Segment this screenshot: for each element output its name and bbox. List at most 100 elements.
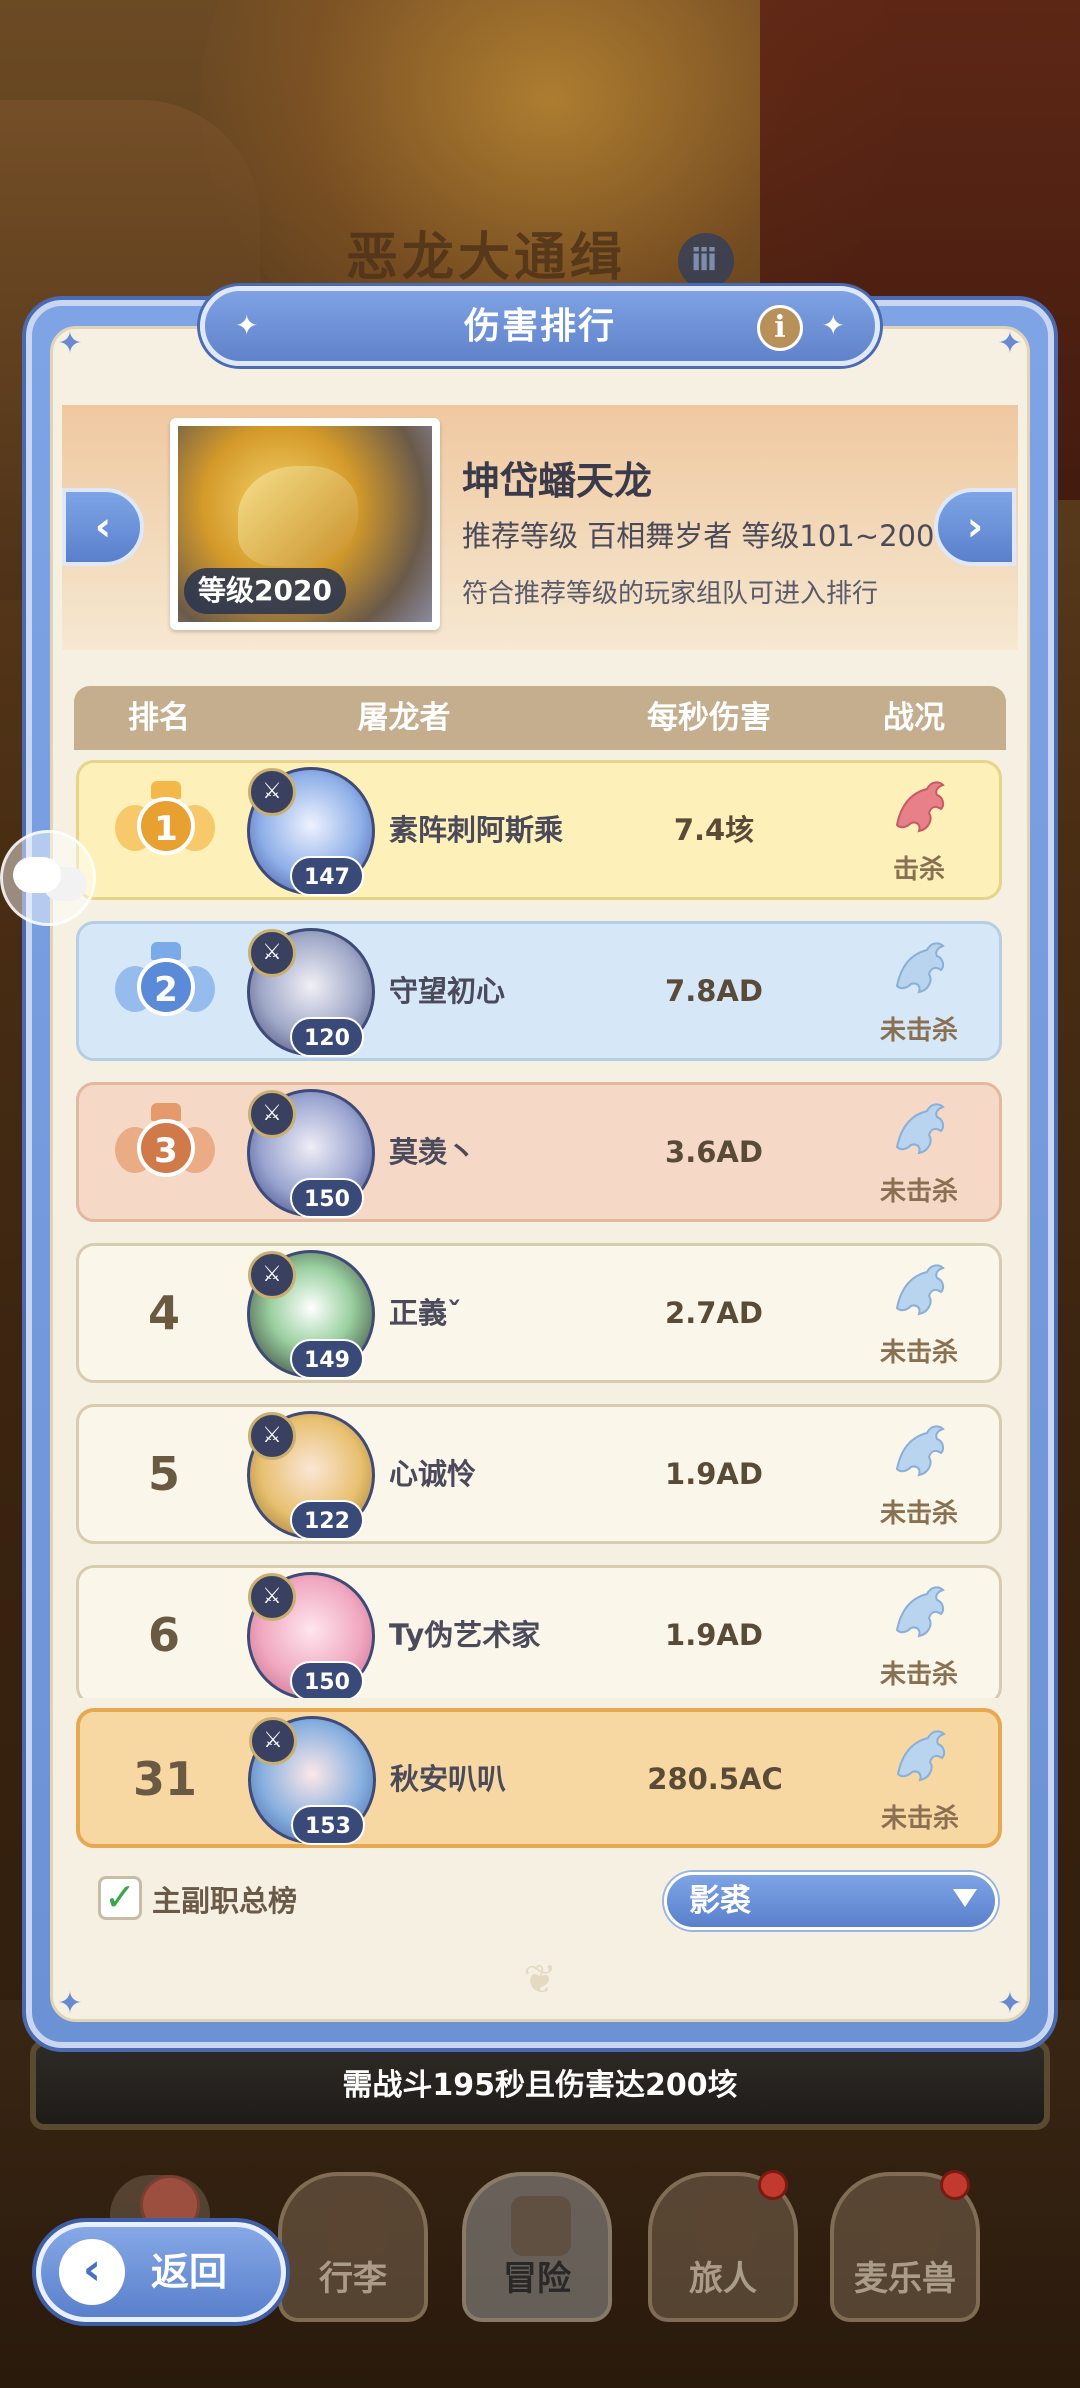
next-boss-button[interactable]: › bbox=[934, 488, 1016, 566]
status-text: 未击杀 bbox=[879, 1177, 958, 1207]
corner-ornament-icon: ✦ bbox=[57, 326, 83, 361]
battle-status: 未击杀 bbox=[839, 1568, 999, 1698]
avatar[interactable]: ⚔ 150 bbox=[247, 1572, 375, 1698]
corner-ornament-icon: ✦ bbox=[997, 1986, 1023, 2021]
avatar[interactable]: ⚔ 150 bbox=[247, 1089, 375, 1218]
dragon-icon bbox=[895, 942, 945, 994]
dragon-icon bbox=[895, 1103, 945, 1155]
player-level: 149 bbox=[290, 1339, 364, 1379]
bronze-medal-icon: 3 bbox=[115, 1103, 215, 1195]
player-name: 莫羡丶 bbox=[389, 1135, 477, 1169]
rank-number: 3 bbox=[137, 1119, 195, 1177]
notification-dot bbox=[940, 2170, 970, 2200]
avatar[interactable]: ⚔ 153 bbox=[248, 1716, 376, 1845]
player-level: 150 bbox=[290, 1178, 364, 1218]
boss-portrait[interactable]: 等级2020 bbox=[170, 418, 440, 630]
status-text: 未击杀 bbox=[879, 1499, 958, 1529]
nav-item[interactable]: 行李 bbox=[278, 2172, 428, 2322]
ranking-row[interactable]: 4 ⚔ 149 正義ˇ 2.7AD 未击杀 bbox=[76, 1243, 1002, 1383]
boss-note: 符合推荐等级的玩家组队可进入排行 bbox=[462, 579, 879, 609]
ranking-list[interactable]: 1 ⚔ 147 素阵刺阿斯乘 7.4垓 击杀 2 ⚔ 120 守望初心 7.8AD 未击杀 3 ⚔ 150 莫… bbox=[74, 760, 1006, 1698]
star-icon: ✦ bbox=[821, 309, 845, 342]
chat-button[interactable] bbox=[0, 830, 96, 926]
chat-icon bbox=[13, 857, 61, 893]
corner-ornament-icon: ✦ bbox=[997, 326, 1023, 361]
nav-icon bbox=[879, 2196, 939, 2256]
rank-number: 5 bbox=[147, 1447, 180, 1501]
rank-number: 6 bbox=[147, 1608, 180, 1662]
ranking-row[interactable]: 5 ⚔ 122 心诚怜 1.9AD 未击杀 bbox=[76, 1404, 1002, 1544]
rank-number: 1 bbox=[137, 797, 195, 855]
header-status: 战况 bbox=[883, 700, 945, 736]
class-icon: ⚔ bbox=[248, 1090, 296, 1138]
prev-boss-button[interactable]: ‹ bbox=[62, 488, 144, 566]
table-header: 排名 屠龙者 每秒伤害 战况 bbox=[74, 686, 1006, 750]
battle-status: 未击杀 bbox=[840, 1712, 1000, 1846]
rank-number: 4 bbox=[147, 1286, 180, 1340]
background-title: 恶龙大通缉 ⅲ bbox=[0, 215, 1080, 290]
dragon-icon bbox=[896, 1730, 946, 1782]
nav-label: 冒险 bbox=[503, 2259, 571, 2299]
status-text: 未击杀 bbox=[879, 1338, 958, 1368]
silver-medal-icon: 2 bbox=[115, 942, 215, 1034]
battle-status: 未击杀 bbox=[839, 1407, 999, 1541]
avatar[interactable]: ⚔ 122 bbox=[247, 1411, 375, 1540]
boss-name: 坤岱蟠天龙 bbox=[462, 459, 653, 503]
player-dps: 1.9AD bbox=[665, 1618, 763, 1652]
header-rank: 排名 bbox=[128, 700, 190, 736]
player-dps: 280.5AC bbox=[647, 1762, 783, 1796]
player-level: 147 bbox=[290, 856, 364, 896]
battle-status: 未击杀 bbox=[839, 1085, 999, 1219]
class-icon: ⚔ bbox=[248, 1412, 296, 1460]
panel-footer-ornament-icon: ❦ bbox=[523, 1957, 557, 2003]
dragon-icon bbox=[895, 1264, 945, 1316]
nav-icon bbox=[511, 2196, 571, 2256]
nav-item[interactable]: 麦乐兽 bbox=[830, 2170, 980, 2322]
ranking-row[interactable]: 2 ⚔ 120 守望初心 7.8AD 未击杀 bbox=[76, 921, 1002, 1061]
nav-icon bbox=[697, 2196, 757, 2256]
status-text: 未击杀 bbox=[879, 1016, 958, 1046]
rank-number: 2 bbox=[137, 958, 195, 1016]
player-name: 正義ˇ bbox=[389, 1296, 462, 1330]
rank-number: 31 bbox=[132, 1752, 197, 1806]
battle-status: 未击杀 bbox=[839, 1246, 999, 1380]
background-title-text: 恶龙大通缉 bbox=[345, 228, 626, 288]
nav-item[interactable]: 旅人 bbox=[648, 2170, 798, 2322]
info-icon[interactable]: i bbox=[757, 305, 803, 351]
class-icon: ⚔ bbox=[249, 1717, 297, 1765]
player-level: 153 bbox=[291, 1805, 365, 1845]
ranking-row[interactable]: 6 ⚔ 150 Ty伪艺术家 1.9AD 未击杀 bbox=[76, 1565, 1002, 1698]
player-dps: 3.6AD bbox=[665, 1135, 763, 1169]
nav-label: 旅人 bbox=[689, 2259, 757, 2299]
player-dps: 2.7AD bbox=[665, 1296, 763, 1330]
checkbox-label[interactable]: 主副职总榜 bbox=[152, 1878, 297, 1920]
chevron-down-icon bbox=[953, 1889, 977, 1907]
dragon-icon bbox=[895, 1586, 945, 1638]
avatar[interactable]: ⚔ 120 bbox=[247, 928, 375, 1057]
ranking-row[interactable]: 3 ⚔ 150 莫羡丶 3.6AD 未击杀 bbox=[76, 1082, 1002, 1222]
status-text: 未击杀 bbox=[879, 1660, 958, 1690]
player-dps: 7.8AD bbox=[665, 974, 763, 1008]
corner-ornament-icon: ✦ bbox=[57, 1986, 83, 2021]
player-name: 心诚怜 bbox=[389, 1457, 477, 1491]
main-sub-class-checkbox[interactable]: ✓ bbox=[98, 1876, 142, 1920]
player-name: Ty伪艺术家 bbox=[389, 1618, 541, 1652]
nav-item[interactable]: 冒险 bbox=[462, 2172, 612, 2322]
boss-level-badge: 等级2020 bbox=[184, 568, 346, 614]
header-slayer: 屠龙者 bbox=[357, 700, 451, 736]
player-level: 150 bbox=[290, 1661, 364, 1698]
class-icon: ⚔ bbox=[248, 929, 296, 977]
battle-status: 未击杀 bbox=[839, 924, 999, 1058]
avatar[interactable]: ⚔ 149 bbox=[247, 1250, 375, 1379]
class-select[interactable]: 影裘 bbox=[664, 1872, 998, 1930]
requirement-text: 需战斗195秒且伤害达200垓 bbox=[342, 2068, 738, 2103]
ranking-row[interactable]: 1 ⚔ 147 素阵刺阿斯乘 7.4垓 击杀 bbox=[76, 760, 1002, 900]
background-title-badge: ⅲ bbox=[678, 233, 735, 289]
avatar[interactable]: ⚔ 147 bbox=[247, 767, 375, 896]
back-label: 返回 bbox=[151, 2250, 228, 2294]
status-text: 未击杀 bbox=[880, 1804, 959, 1834]
self-ranking-row[interactable]: 31 ⚔ 153 秋安叭叭 280.5AC 未击杀 bbox=[76, 1708, 1002, 1848]
back-button[interactable]: ‹ 返回 bbox=[36, 2222, 286, 2322]
back-arrow-icon: ‹ bbox=[59, 2239, 125, 2305]
class-icon: ⚔ bbox=[248, 1573, 296, 1621]
